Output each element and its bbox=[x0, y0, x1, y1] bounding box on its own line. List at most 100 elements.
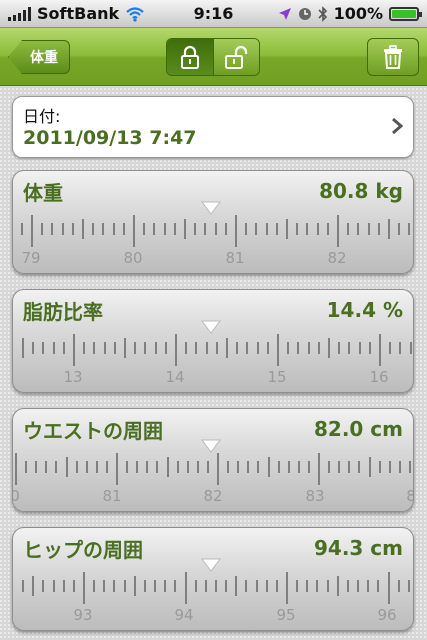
ruler-tick bbox=[52, 580, 55, 592]
ruler-tick bbox=[143, 223, 146, 235]
ruler-label: 96 bbox=[377, 606, 397, 624]
pointer-icon bbox=[201, 320, 221, 334]
ruler-tick bbox=[257, 461, 260, 473]
weight-panel[interactable]: 79 80 81 82 体重 80.8 kg bbox=[12, 170, 414, 274]
ruler-tick bbox=[92, 223, 95, 235]
ruler-tick bbox=[338, 461, 341, 473]
ruler-tick bbox=[196, 461, 199, 473]
ruler-tick bbox=[347, 223, 350, 235]
ruler-tick bbox=[256, 342, 259, 354]
ruler-tick bbox=[52, 342, 55, 354]
battery-icon bbox=[389, 6, 422, 21]
ruler-tick bbox=[124, 338, 126, 358]
ruler-tick bbox=[316, 223, 319, 235]
ruler-tick bbox=[296, 223, 299, 235]
ruler-tick bbox=[277, 334, 279, 366]
ruler-tick bbox=[245, 223, 248, 235]
ruler-tick bbox=[236, 342, 239, 354]
ruler-label: 8 bbox=[406, 487, 413, 505]
ruler-label: 14 bbox=[165, 368, 185, 386]
ruler-tick bbox=[328, 461, 331, 473]
ruler-tick bbox=[146, 461, 149, 473]
ruler-tick bbox=[51, 223, 54, 235]
ruler-tick bbox=[206, 461, 209, 473]
ruler-tick bbox=[45, 461, 48, 473]
ruler-label: 94 bbox=[174, 606, 194, 624]
ruler-tick bbox=[61, 223, 64, 235]
battery-percent: 100% bbox=[333, 4, 383, 23]
lock-segmented-control bbox=[166, 38, 260, 76]
ruler-tick bbox=[316, 580, 319, 592]
body-fat-value: 14.4 % bbox=[326, 298, 403, 322]
ruler-tick bbox=[368, 342, 371, 354]
waist-panel[interactable]: 0 81 82 83 8 ウエストの周囲 82.0 cm bbox=[12, 408, 414, 512]
ruler-tick bbox=[184, 572, 187, 604]
ruler-label: 0 bbox=[13, 487, 20, 505]
ruler-tick bbox=[126, 461, 129, 473]
ruler-label: 79 bbox=[21, 249, 41, 267]
ruler-tick bbox=[317, 342, 320, 354]
ruler-tick bbox=[20, 223, 23, 235]
ruler-tick bbox=[14, 453, 17, 485]
ruler-tick bbox=[337, 215, 339, 247]
location-icon bbox=[278, 7, 291, 20]
ruler-tick bbox=[275, 223, 278, 235]
ruler-tick bbox=[348, 342, 351, 354]
nav-bar: 体重 bbox=[0, 28, 427, 86]
ruler-tick bbox=[214, 223, 217, 235]
status-left: SoftBank bbox=[8, 4, 145, 23]
ruler-tick bbox=[286, 572, 288, 604]
ruler-tick bbox=[275, 580, 278, 592]
pointer-icon bbox=[201, 439, 221, 453]
ruler-tick bbox=[237, 461, 240, 473]
ruler-tick bbox=[378, 461, 381, 473]
ruler-tick bbox=[387, 572, 390, 604]
body-fat-label: 脂肪比率 bbox=[23, 300, 103, 324]
back-button[interactable]: 体重 bbox=[8, 40, 70, 74]
ruler-tick bbox=[409, 342, 412, 354]
ruler-tick bbox=[83, 572, 85, 604]
ruler-tick bbox=[75, 461, 78, 473]
ruler-tick bbox=[83, 342, 86, 354]
ruler-tick bbox=[287, 461, 290, 473]
ruler-tick bbox=[408, 461, 411, 473]
ruler-tick bbox=[357, 580, 360, 592]
clock: 9:16 bbox=[193, 4, 234, 23]
ruler-label: 13 bbox=[63, 368, 83, 386]
ruler-tick bbox=[255, 580, 258, 592]
ruler-tick bbox=[377, 580, 380, 592]
ruler-tick bbox=[194, 580, 197, 592]
ruler-tick bbox=[358, 342, 361, 354]
back-button-label: 体重 bbox=[30, 50, 58, 66]
bluetooth-icon bbox=[317, 5, 327, 22]
ruler-tick bbox=[267, 457, 270, 477]
ruler-tick bbox=[42, 342, 45, 354]
lock-segment[interactable] bbox=[167, 39, 213, 75]
ruler-tick bbox=[336, 576, 339, 596]
ruler-tick bbox=[388, 219, 390, 239]
ruler-tick bbox=[265, 223, 268, 235]
ruler-tick bbox=[143, 580, 146, 592]
ruler-tick bbox=[113, 580, 116, 592]
ruler-tick bbox=[389, 342, 392, 354]
ruler-tick bbox=[154, 580, 157, 592]
ruler-tick bbox=[398, 461, 401, 473]
signal-icon bbox=[8, 6, 31, 21]
ruler-tick bbox=[225, 580, 228, 592]
body-fat-panel[interactable]: 13 14 15 16 脂肪比率 14.4 % bbox=[12, 289, 414, 393]
ruler-tick bbox=[194, 223, 197, 235]
hip-panel[interactable]: 93 94 95 96 ヒップの周囲 94.3 cm bbox=[12, 527, 414, 631]
ruler-tick bbox=[367, 580, 370, 592]
ruler-tick bbox=[105, 461, 108, 473]
ruler-tick bbox=[226, 338, 228, 358]
date-row[interactable]: 日付: 2011/09/13 7:47 bbox=[12, 96, 414, 158]
wifi-icon bbox=[126, 6, 144, 22]
ruler-tick bbox=[22, 580, 25, 592]
ruler-tick bbox=[227, 461, 230, 473]
waist-label: ウエストの周囲 bbox=[23, 419, 163, 443]
ruler-tick bbox=[166, 457, 169, 477]
unlock-segment[interactable] bbox=[212, 39, 259, 75]
ruler-tick bbox=[217, 453, 219, 485]
ruler-tick bbox=[255, 223, 258, 235]
trash-button[interactable] bbox=[367, 38, 419, 76]
